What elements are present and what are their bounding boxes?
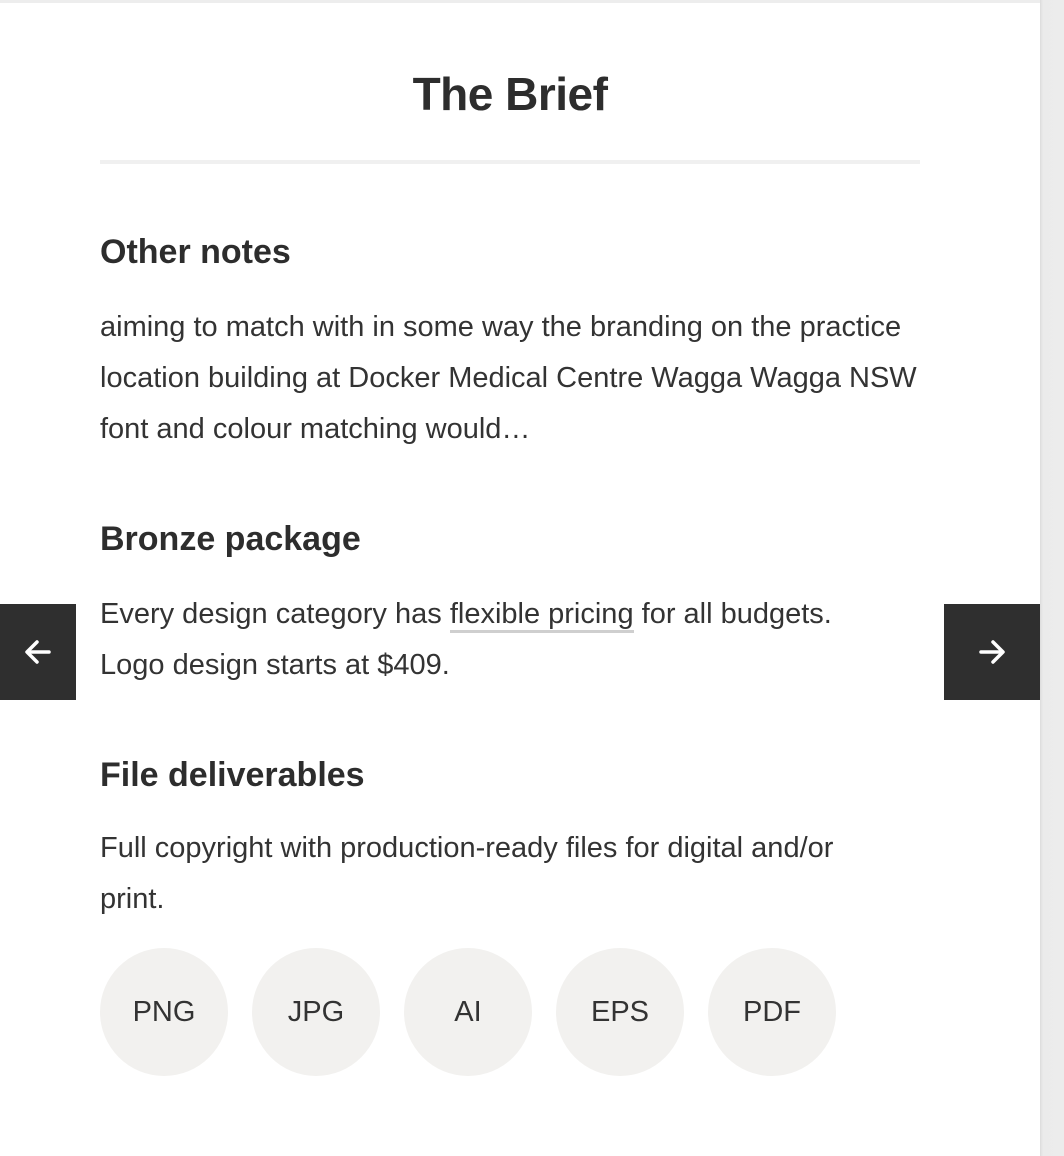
file-deliverables-text: Full copyright with production-ready fil… <box>100 832 834 915</box>
format-chip-ai: AI <box>404 948 532 1076</box>
flexible-pricing-link[interactable]: flexible pricing <box>449 598 634 633</box>
bronze-package-heading: Bronze package <box>100 520 361 558</box>
page-title: The Brief <box>412 68 608 120</box>
bronze-text-before: Every design category has <box>100 598 450 630</box>
file-format-list: PNG JPG AI EPS PDF <box>100 948 836 1076</box>
other-notes-text: aiming to match with in some way the bra… <box>100 311 917 445</box>
arrow-left-icon <box>25 640 51 664</box>
previous-button[interactable] <box>0 604 76 700</box>
scrollbar-gutter <box>1040 0 1064 1156</box>
next-button[interactable] <box>944 604 1040 700</box>
arrow-right-icon <box>979 640 1005 664</box>
format-chip-eps: EPS <box>556 948 684 1076</box>
other-notes-heading: Other notes <box>100 233 291 271</box>
format-chip-pdf: PDF <box>708 948 836 1076</box>
title-divider <box>100 160 920 164</box>
format-chip-png: PNG <box>100 948 228 1076</box>
format-chip-jpg: JPG <box>252 948 380 1076</box>
file-deliverables-heading: File deliverables <box>100 756 365 794</box>
top-divider <box>0 0 1040 3</box>
bronze-package-text: Every design category has flexible prici… <box>100 589 860 691</box>
